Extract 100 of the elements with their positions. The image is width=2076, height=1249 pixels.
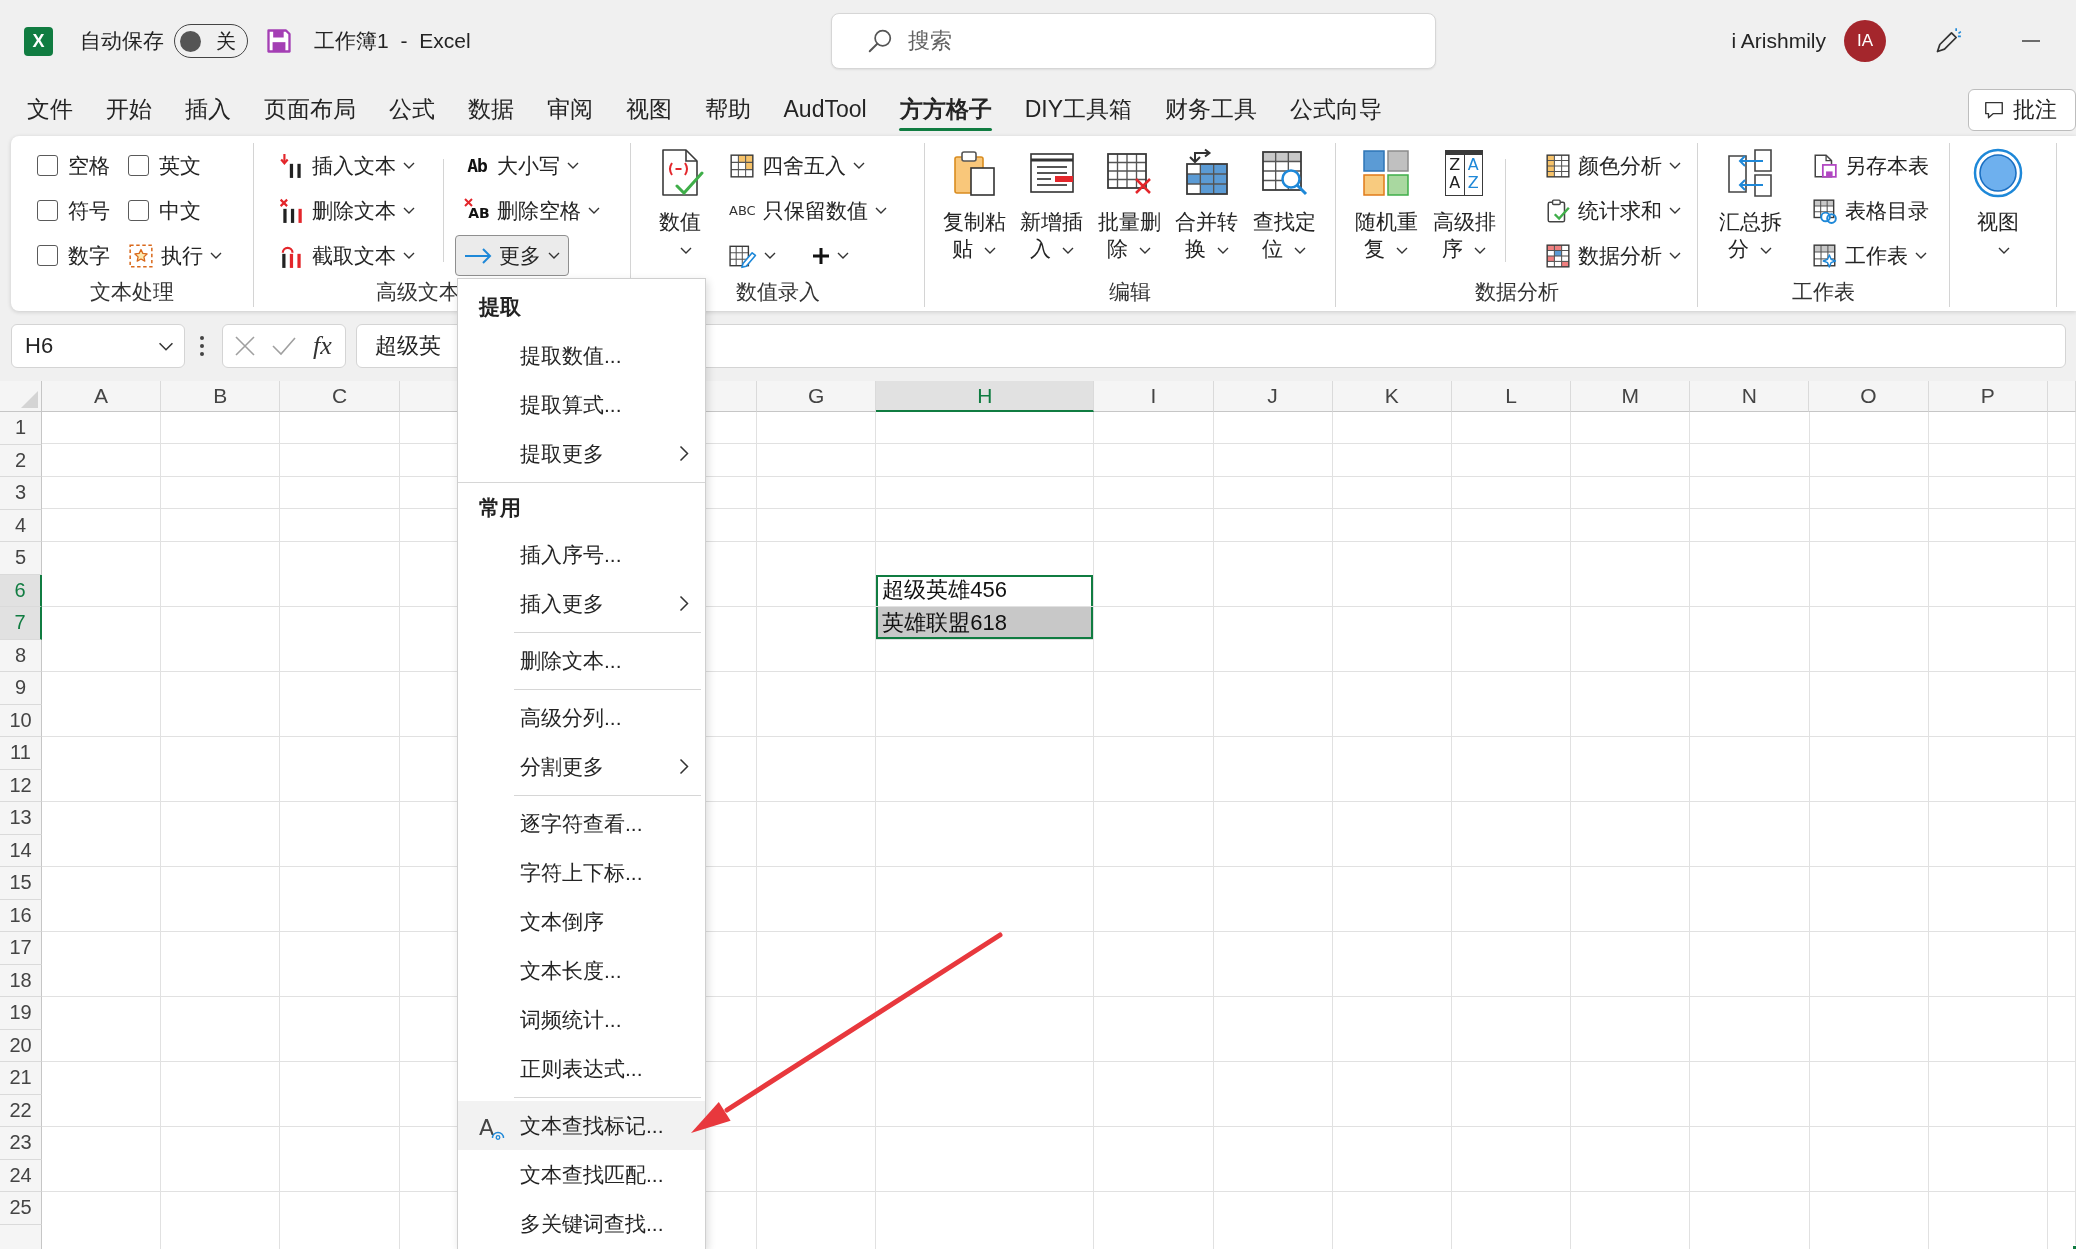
column-header[interactable]: J xyxy=(1213,381,1333,412)
column-header[interactable]: C xyxy=(280,381,400,412)
ribbon-tab[interactable]: 开始 xyxy=(89,82,168,136)
ribbon-button[interactable]: 批量删除 xyxy=(1092,143,1166,269)
ribbon-button[interactable]: 执行 xyxy=(119,235,231,276)
menu-item[interactable]: A 文本查找标记... xyxy=(458,1101,705,1150)
cancel-icon[interactable] xyxy=(234,335,257,357)
comment-button[interactable]: 批注 xyxy=(1968,89,2076,131)
row-header[interactable]: 17 xyxy=(0,932,42,965)
ribbon-button[interactable]: 视图 xyxy=(1961,143,2035,269)
menu-item[interactable]: 提取更多 xyxy=(458,429,705,478)
ribbon-button[interactable]: 删除文本 xyxy=(270,190,424,231)
column-header[interactable]: L xyxy=(1451,381,1572,412)
row-header[interactable]: 23 xyxy=(0,1127,42,1160)
column-header[interactable]: N xyxy=(1690,381,1810,412)
row-header[interactable]: 18 xyxy=(0,964,42,997)
checkbox[interactable] xyxy=(37,245,58,266)
ribbon-button[interactable]: 复制粘贴 xyxy=(937,143,1011,269)
name-box[interactable]: H6 xyxy=(11,324,185,368)
menu-item[interactable]: 提取算式... xyxy=(458,380,705,429)
ribbon-button[interactable]: 颜色分析 xyxy=(1536,145,1690,186)
enter-icon[interactable] xyxy=(270,336,297,356)
checkbox[interactable] xyxy=(128,155,149,176)
ribbon-tab[interactable]: 数据 xyxy=(451,82,530,136)
column-header[interactable]: G xyxy=(757,381,877,412)
menu-item[interactable]: 正则表达式... xyxy=(458,1044,705,1093)
ribbon-tab[interactable]: 文件 xyxy=(10,82,89,136)
column-header[interactable]: O xyxy=(1809,381,1929,412)
ribbon-button[interactable]: 汇总拆分 xyxy=(1713,143,1787,269)
ribbon-button[interactable]: 表格目录 xyxy=(1803,190,1938,231)
row-header[interactable]: 3 xyxy=(0,477,42,510)
menu-item[interactable]: 多关键词查找... xyxy=(458,1199,705,1248)
menu-item[interactable]: 文本长度... xyxy=(458,946,705,995)
menu-item[interactable]: 词频统计... xyxy=(458,995,705,1044)
column-header[interactable]: P xyxy=(1928,381,2048,412)
row-header[interactable]: 5 xyxy=(0,542,42,575)
ribbon-tab[interactable]: 公式向导 xyxy=(1273,82,1399,136)
ribbon-button[interactable]: 数据分析 xyxy=(1536,235,1690,276)
ribbon-tab[interactable]: DIY工具箱 xyxy=(1008,82,1149,136)
ribbon-tab[interactable]: AudTool xyxy=(767,82,884,136)
menu-item[interactable]: 插入序号... xyxy=(458,530,705,579)
menu-item[interactable]: 字符上下标... xyxy=(458,848,705,897)
ribbon-button[interactable]: ABC 只保留数值 xyxy=(720,190,896,231)
row-header[interactable]: 19 xyxy=(0,997,42,1030)
insert-function-button[interactable]: fx xyxy=(311,331,334,361)
ribbon-tab[interactable]: 帮助 xyxy=(688,82,767,136)
ribbon-button[interactable]: ZA AZ 高级排序 xyxy=(1427,143,1501,269)
column-header[interactable]: I xyxy=(1094,381,1214,412)
ribbon-button[interactable]: 合并转换 xyxy=(1169,143,1244,269)
spreadsheet-cell[interactable]: 超级英雄456 xyxy=(876,574,1095,607)
ribbon-tab[interactable]: 插入 xyxy=(168,82,247,136)
ribbon-tab[interactable]: 页面布局 xyxy=(247,82,372,136)
row-header[interactable]: 21 xyxy=(0,1062,42,1095)
ribbon-tab[interactable]: 公式 xyxy=(372,82,451,136)
row-header[interactable]: 14 xyxy=(0,834,42,867)
ribbon-button[interactable]: 更多 xyxy=(455,235,569,276)
menu-item[interactable]: 逐字符查看... xyxy=(458,799,705,848)
row-header[interactable]: 9 xyxy=(0,672,42,705)
ribbon-tab[interactable]: 方方格子 xyxy=(883,82,1009,136)
row-header[interactable]: 22 xyxy=(0,1094,42,1127)
row-header[interactable]: 24 xyxy=(0,1159,42,1192)
menu-item[interactable]: 插入更多 xyxy=(458,579,705,628)
more-icon[interactable] xyxy=(199,334,205,358)
row-header[interactable]: 1 xyxy=(0,412,42,445)
ribbon-button[interactable]: 另存本表 xyxy=(1803,145,1938,186)
checkbox[interactable] xyxy=(37,155,58,176)
avatar[interactable]: IA xyxy=(1844,20,1886,62)
ribbon-button[interactable]: AB 删除空格 xyxy=(455,190,609,231)
column-header[interactable]: H xyxy=(876,381,1095,412)
row-header[interactable]: 8 xyxy=(0,639,42,672)
menu-item[interactable]: 高级分列... xyxy=(458,693,705,742)
ribbon-button[interactable]: 数值 xyxy=(643,143,717,269)
ribbon-button[interactable]: 查找定位 xyxy=(1247,143,1321,269)
menu-item[interactable]: 文本倒序 xyxy=(458,897,705,946)
pen-icon[interactable] xyxy=(1934,27,1962,55)
ribbon-button[interactable]: 截取文本 xyxy=(270,235,424,276)
row-header[interactable]: 25 xyxy=(0,1192,42,1225)
ribbon-button[interactable]: 统计求和 xyxy=(1536,190,1690,231)
save-icon[interactable] xyxy=(265,27,293,55)
row-header[interactable]: 12 xyxy=(0,769,42,802)
row-header[interactable]: 7 xyxy=(0,607,42,640)
spreadsheet-cell[interactable]: 英雄联盟618 xyxy=(876,607,1095,640)
row-header[interactable]: 16 xyxy=(0,899,42,932)
ribbon-button[interactable]: 插入文本 xyxy=(270,145,424,186)
ribbon-button[interactable]: 随机重复 xyxy=(1349,143,1423,269)
row-header[interactable]: 13 xyxy=(0,802,42,835)
row-header[interactable]: 10 xyxy=(0,704,42,737)
checkbox[interactable] xyxy=(128,200,149,221)
ribbon-tab[interactable]: 视图 xyxy=(609,82,688,136)
column-header[interactable]: A xyxy=(42,381,162,412)
row-header[interactable]: 2 xyxy=(0,444,42,477)
column-header[interactable]: M xyxy=(1571,381,1691,412)
menu-item[interactable]: 文本查找匹配... xyxy=(458,1150,705,1199)
menu-item[interactable]: 删除文本... xyxy=(458,636,705,685)
row-header[interactable]: 4 xyxy=(0,509,42,542)
menu-item[interactable]: 分割更多 xyxy=(458,742,705,791)
ribbon-button[interactable]: Ab 大小写 xyxy=(455,145,588,186)
row-header[interactable]: 6 xyxy=(0,574,42,607)
row-header[interactable]: 15 xyxy=(0,867,42,900)
column-header[interactable]: K xyxy=(1332,381,1452,412)
